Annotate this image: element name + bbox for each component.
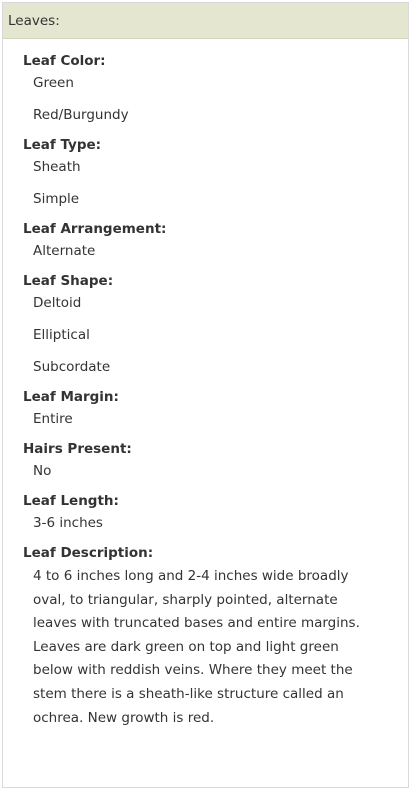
attr-value: 3-6 inches [33, 515, 103, 531]
attr-leaf-color: Leaf Color: Green Red/Burgundy [23, 51, 398, 127]
attr-leaf-length: Leaf Length: 3-6 inches [23, 491, 398, 535]
attr-label: Leaf Arrangement: [23, 221, 167, 237]
attr-hairs-present: Hairs Present: No [23, 439, 398, 483]
attr-values: Alternate [23, 239, 398, 263]
panel-body: Leaf Color: Green Red/Burgundy Leaf Type… [3, 39, 408, 730]
panel-header: Leaves: [3, 3, 408, 39]
attr-values: Green Red/Burgundy [23, 71, 398, 127]
attr-values: Deltoid Elliptical Subcordate [23, 291, 398, 379]
attr-value: Sheath [33, 159, 81, 175]
attr-value: Green [33, 75, 74, 91]
attr-label: Leaf Type: [23, 137, 102, 153]
attr-values: Sheath Simple [23, 155, 398, 211]
attr-value: Subcordate [33, 359, 111, 375]
attr-label: Hairs Present: [23, 441, 132, 457]
attr-leaf-margin: Leaf Margin: Entire [23, 387, 398, 431]
attr-leaf-type: Leaf Type: Sheath Simple [23, 135, 398, 211]
attr-value: Red/Burgundy [33, 107, 129, 123]
attr-label: Leaf Description: [23, 545, 154, 561]
attr-value: Elliptical [33, 327, 90, 343]
attr-label: Leaf Shape: [23, 273, 114, 289]
attr-label: Leaf Margin: [23, 389, 119, 405]
attr-value: No [33, 463, 52, 479]
attr-value: Simple [33, 191, 80, 207]
attr-leaf-description: Leaf Description: 4 to 6 inches long and… [23, 543, 398, 730]
attr-values: No [23, 459, 398, 483]
panel-title: Leaves: [8, 12, 60, 29]
attr-leaf-arrangement: Leaf Arrangement: Alternate [23, 219, 398, 263]
attr-value: Entire [33, 411, 73, 427]
leaves-panel: Leaves: Leaf Color: Green Red/Burgundy L… [2, 2, 409, 788]
attr-label: Leaf Length: [23, 493, 119, 509]
attr-values: 3-6 inches [23, 511, 398, 535]
attr-leaf-shape: Leaf Shape: Deltoid Elliptical Subcordat… [23, 271, 398, 379]
attr-values: Entire [23, 407, 398, 431]
attr-label: Leaf Color: [23, 53, 106, 69]
attr-value: Deltoid [33, 295, 82, 311]
leaf-description-text: 4 to 6 inches long and 2-4 inches wide b… [33, 568, 360, 726]
attr-value: Alternate [33, 243, 96, 259]
